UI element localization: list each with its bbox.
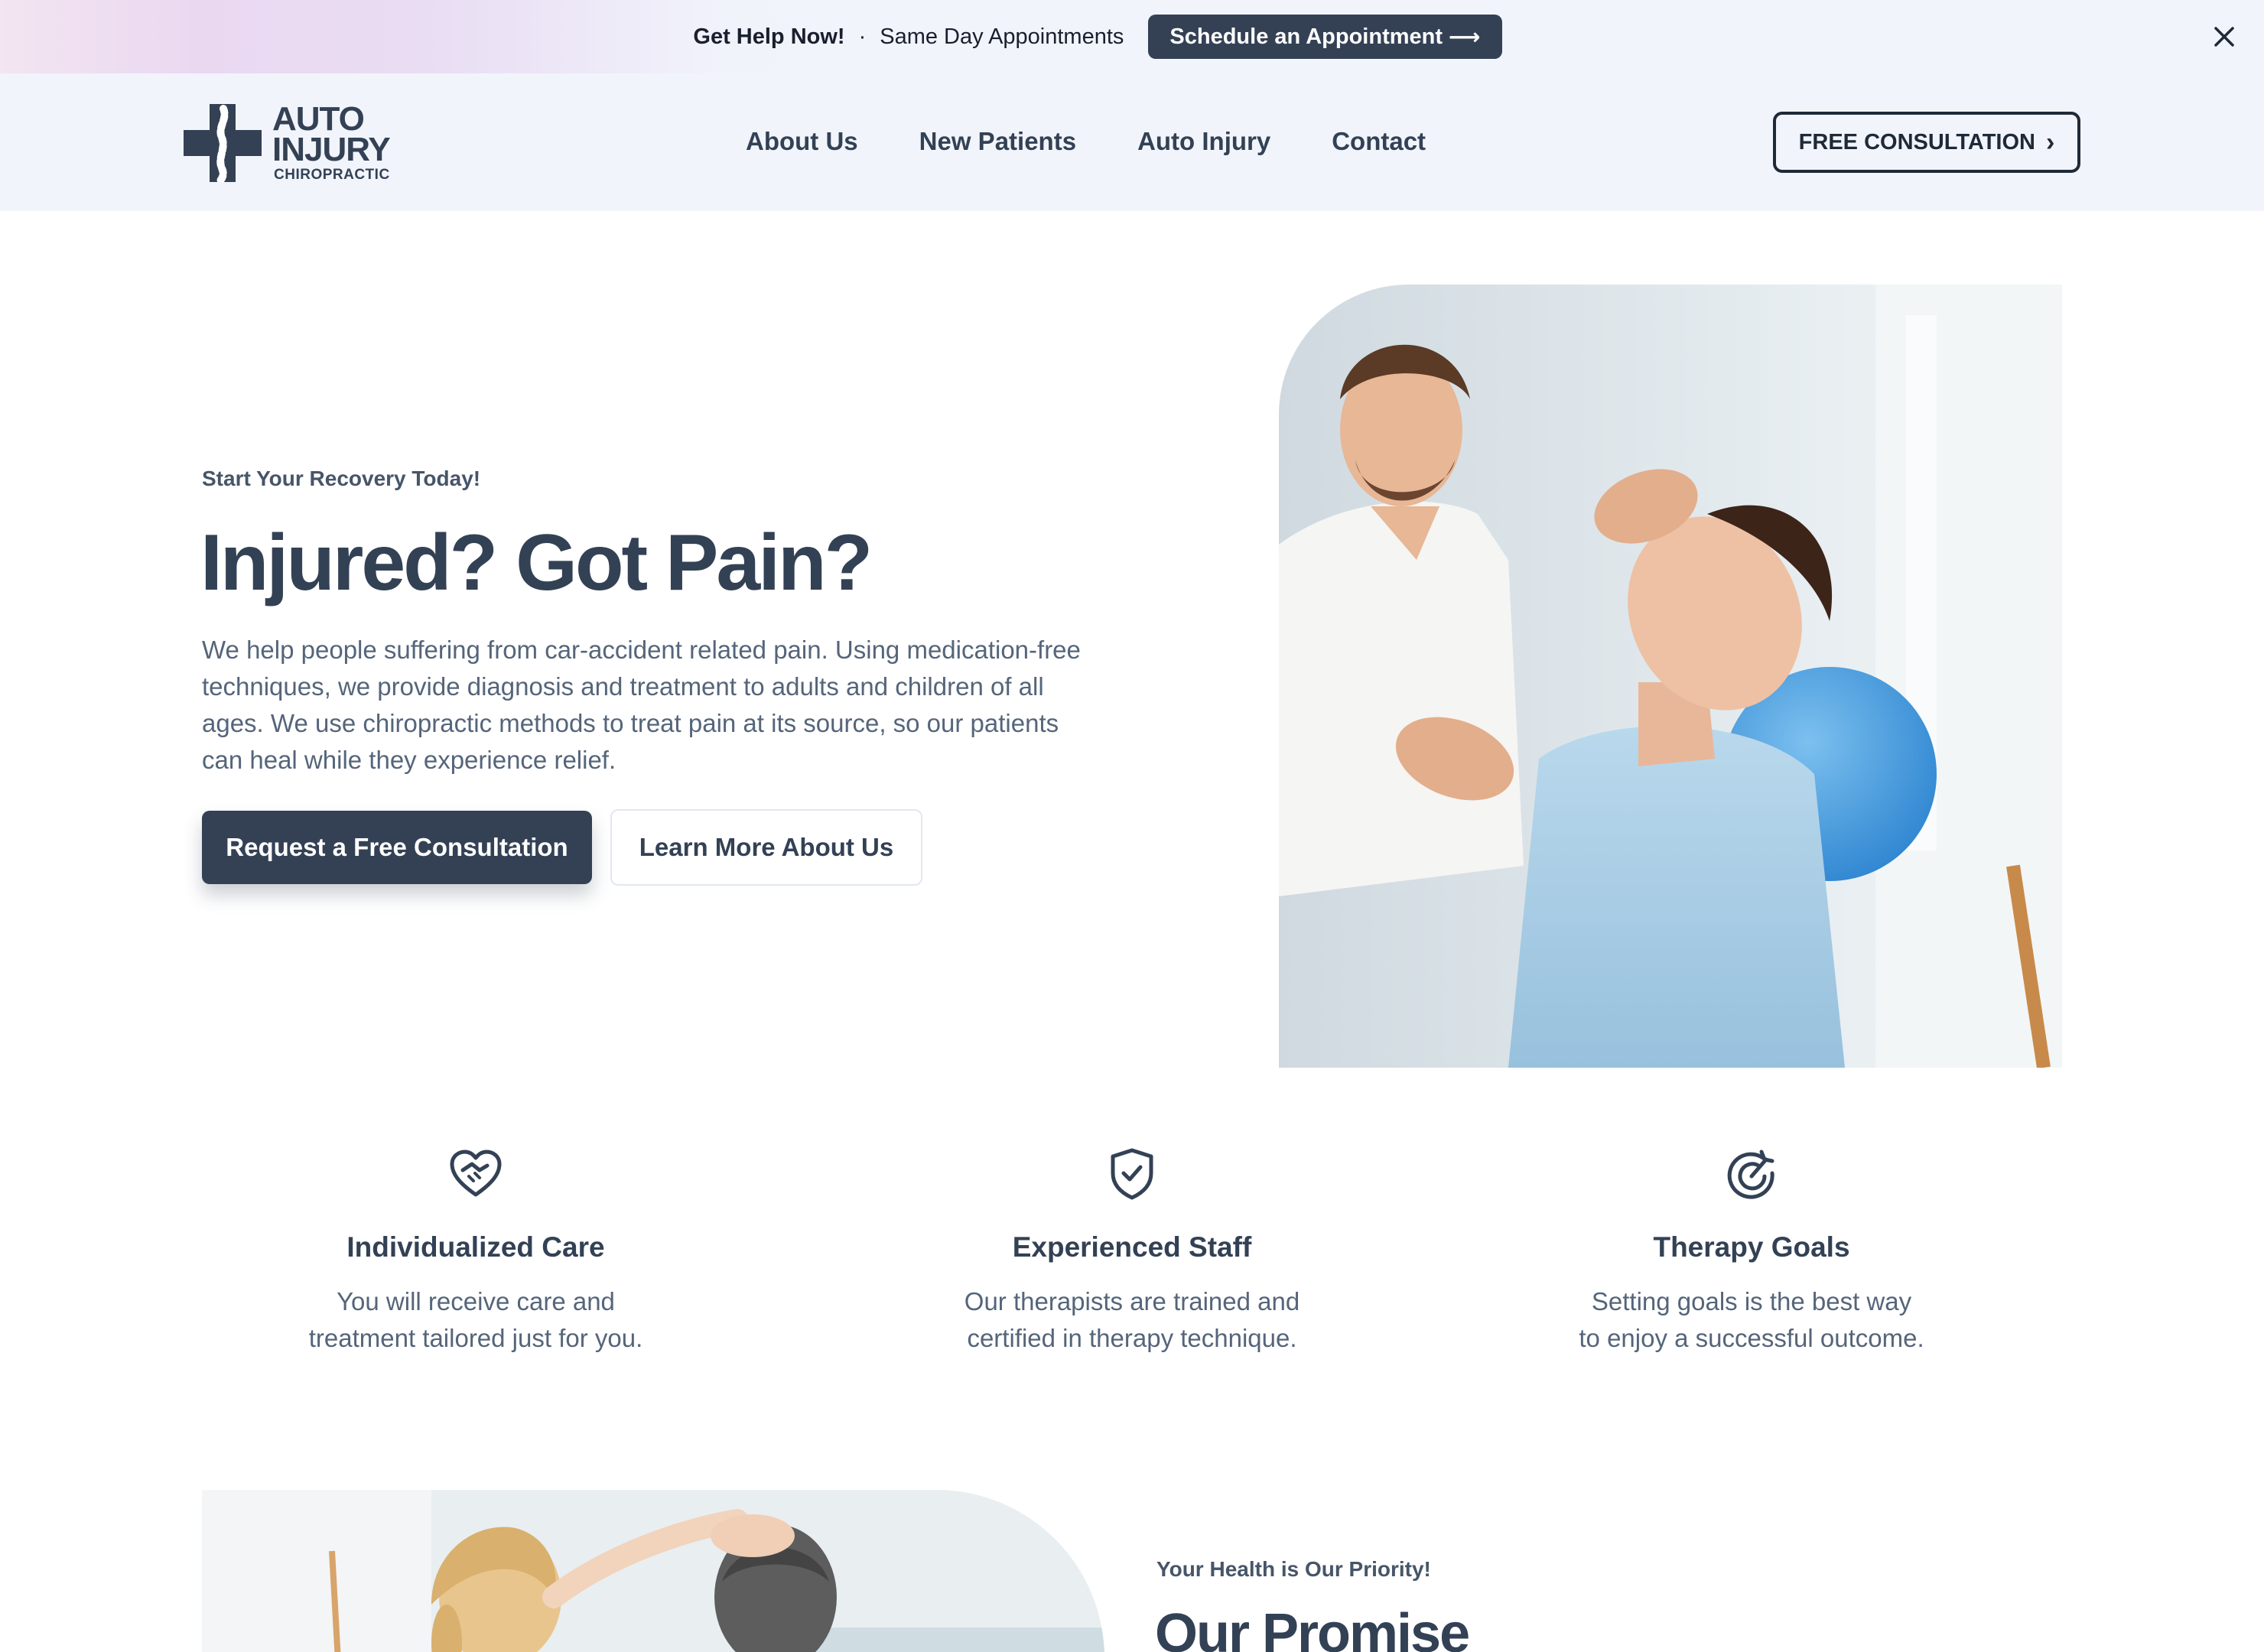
hero-photo-illustration <box>1279 285 2062 1068</box>
nav-auto-injury[interactable]: Auto Injury <box>1137 127 1270 156</box>
feature-description-line: treatment tailored just for you. <box>308 1324 643 1352</box>
learn-more-button[interactable]: Learn More About Us <box>610 809 922 886</box>
nav-about-us[interactable]: About Us <box>746 127 858 156</box>
promise-photo-illustration <box>202 1490 1104 1652</box>
chevron-right-icon: › <box>2046 127 2055 157</box>
site-logo[interactable]: AUTO INJURY CHIROPRACTIC <box>184 102 398 184</box>
spine-cross-logo-icon <box>184 104 262 182</box>
hero-title: Injured? Got Pain? <box>200 519 873 607</box>
hero-eyebrow: Start Your Recovery Today! <box>202 467 481 490</box>
schedule-appointment-label: Schedule an Appointment <box>1169 24 1443 49</box>
shield-check-icon <box>1111 1148 1153 1200</box>
logo-line-injury: INJURY <box>272 131 391 168</box>
feature-description-line: Our therapists are trained and <box>964 1287 1300 1315</box>
free-consultation-button[interactable]: FREE CONSULTATION › <box>1773 112 2080 173</box>
banner-separator: · <box>858 24 867 49</box>
promise-photo-chiropractor-with-patient <box>202 1490 1104 1652</box>
request-consultation-button[interactable]: Request a Free Consultation <box>202 811 592 884</box>
banner-text: Same Day Appointments <box>880 24 1124 49</box>
promise-title: Our Promise <box>1155 1603 1470 1652</box>
feature-therapy-goals: Therapy Goals Setting goals is the best … <box>1507 1147 1996 1357</box>
banner-highlight: Get Help Now! <box>693 24 845 49</box>
site-header: AUTO INJURY CHIROPRACTIC About Us New Pa… <box>0 73 2264 211</box>
target-arrow-icon <box>1727 1150 1774 1199</box>
feature-title: Experienced Staff <box>1012 1231 1252 1263</box>
feature-description: You will receive care and treatment tail… <box>231 1283 721 1357</box>
feature-description: Our therapists are trained and certified… <box>887 1283 1377 1357</box>
banner-content: Get Help Now! · Same Day Appointments Sc… <box>693 15 1502 59</box>
close-banner-button[interactable] <box>2209 21 2240 52</box>
main-nav: About Us New Patients Auto Injury Contac… <box>746 127 1426 156</box>
hero-description: We help people suffering from car-accide… <box>202 636 1081 774</box>
feature-experienced-staff: Experienced Staff Our therapists are tra… <box>887 1147 1377 1357</box>
feature-individualized-care: Individualized Care You will receive car… <box>231 1147 721 1357</box>
feature-description: Setting goals is the best way to enjoy a… <box>1507 1283 1996 1357</box>
feature-title: Individualized Care <box>346 1231 605 1263</box>
announcement-banner: Get Help Now! · Same Day Appointments Sc… <box>0 0 2264 73</box>
nav-contact[interactable]: Contact <box>1332 127 1426 156</box>
arrow-right-icon: ⟶ <box>1449 24 1481 50</box>
logo-line-chiropractic: CHIROPRACTIC <box>274 167 390 183</box>
feature-description-line: Setting goals is the best way <box>1591 1287 1912 1315</box>
heart-handshake-icon <box>450 1150 502 1197</box>
feature-description-line: certified in therapy technique. <box>967 1324 1297 1352</box>
feature-title: Therapy Goals <box>1653 1231 1850 1263</box>
feature-description-line: to enjoy a successful outcome. <box>1579 1324 1924 1352</box>
schedule-appointment-button[interactable]: Schedule an Appointment ⟶ <box>1148 15 1502 59</box>
close-icon <box>2214 27 2234 47</box>
promise-eyebrow: Your Health is Our Priority! <box>1156 1557 1431 1581</box>
hero-photo-chiropractor-treating-patient <box>1279 285 2062 1068</box>
nav-new-patients[interactable]: New Patients <box>919 127 1076 156</box>
feature-description-line: You will receive care and <box>337 1287 615 1315</box>
free-consultation-label: FREE CONSULTATION <box>1798 129 2035 154</box>
